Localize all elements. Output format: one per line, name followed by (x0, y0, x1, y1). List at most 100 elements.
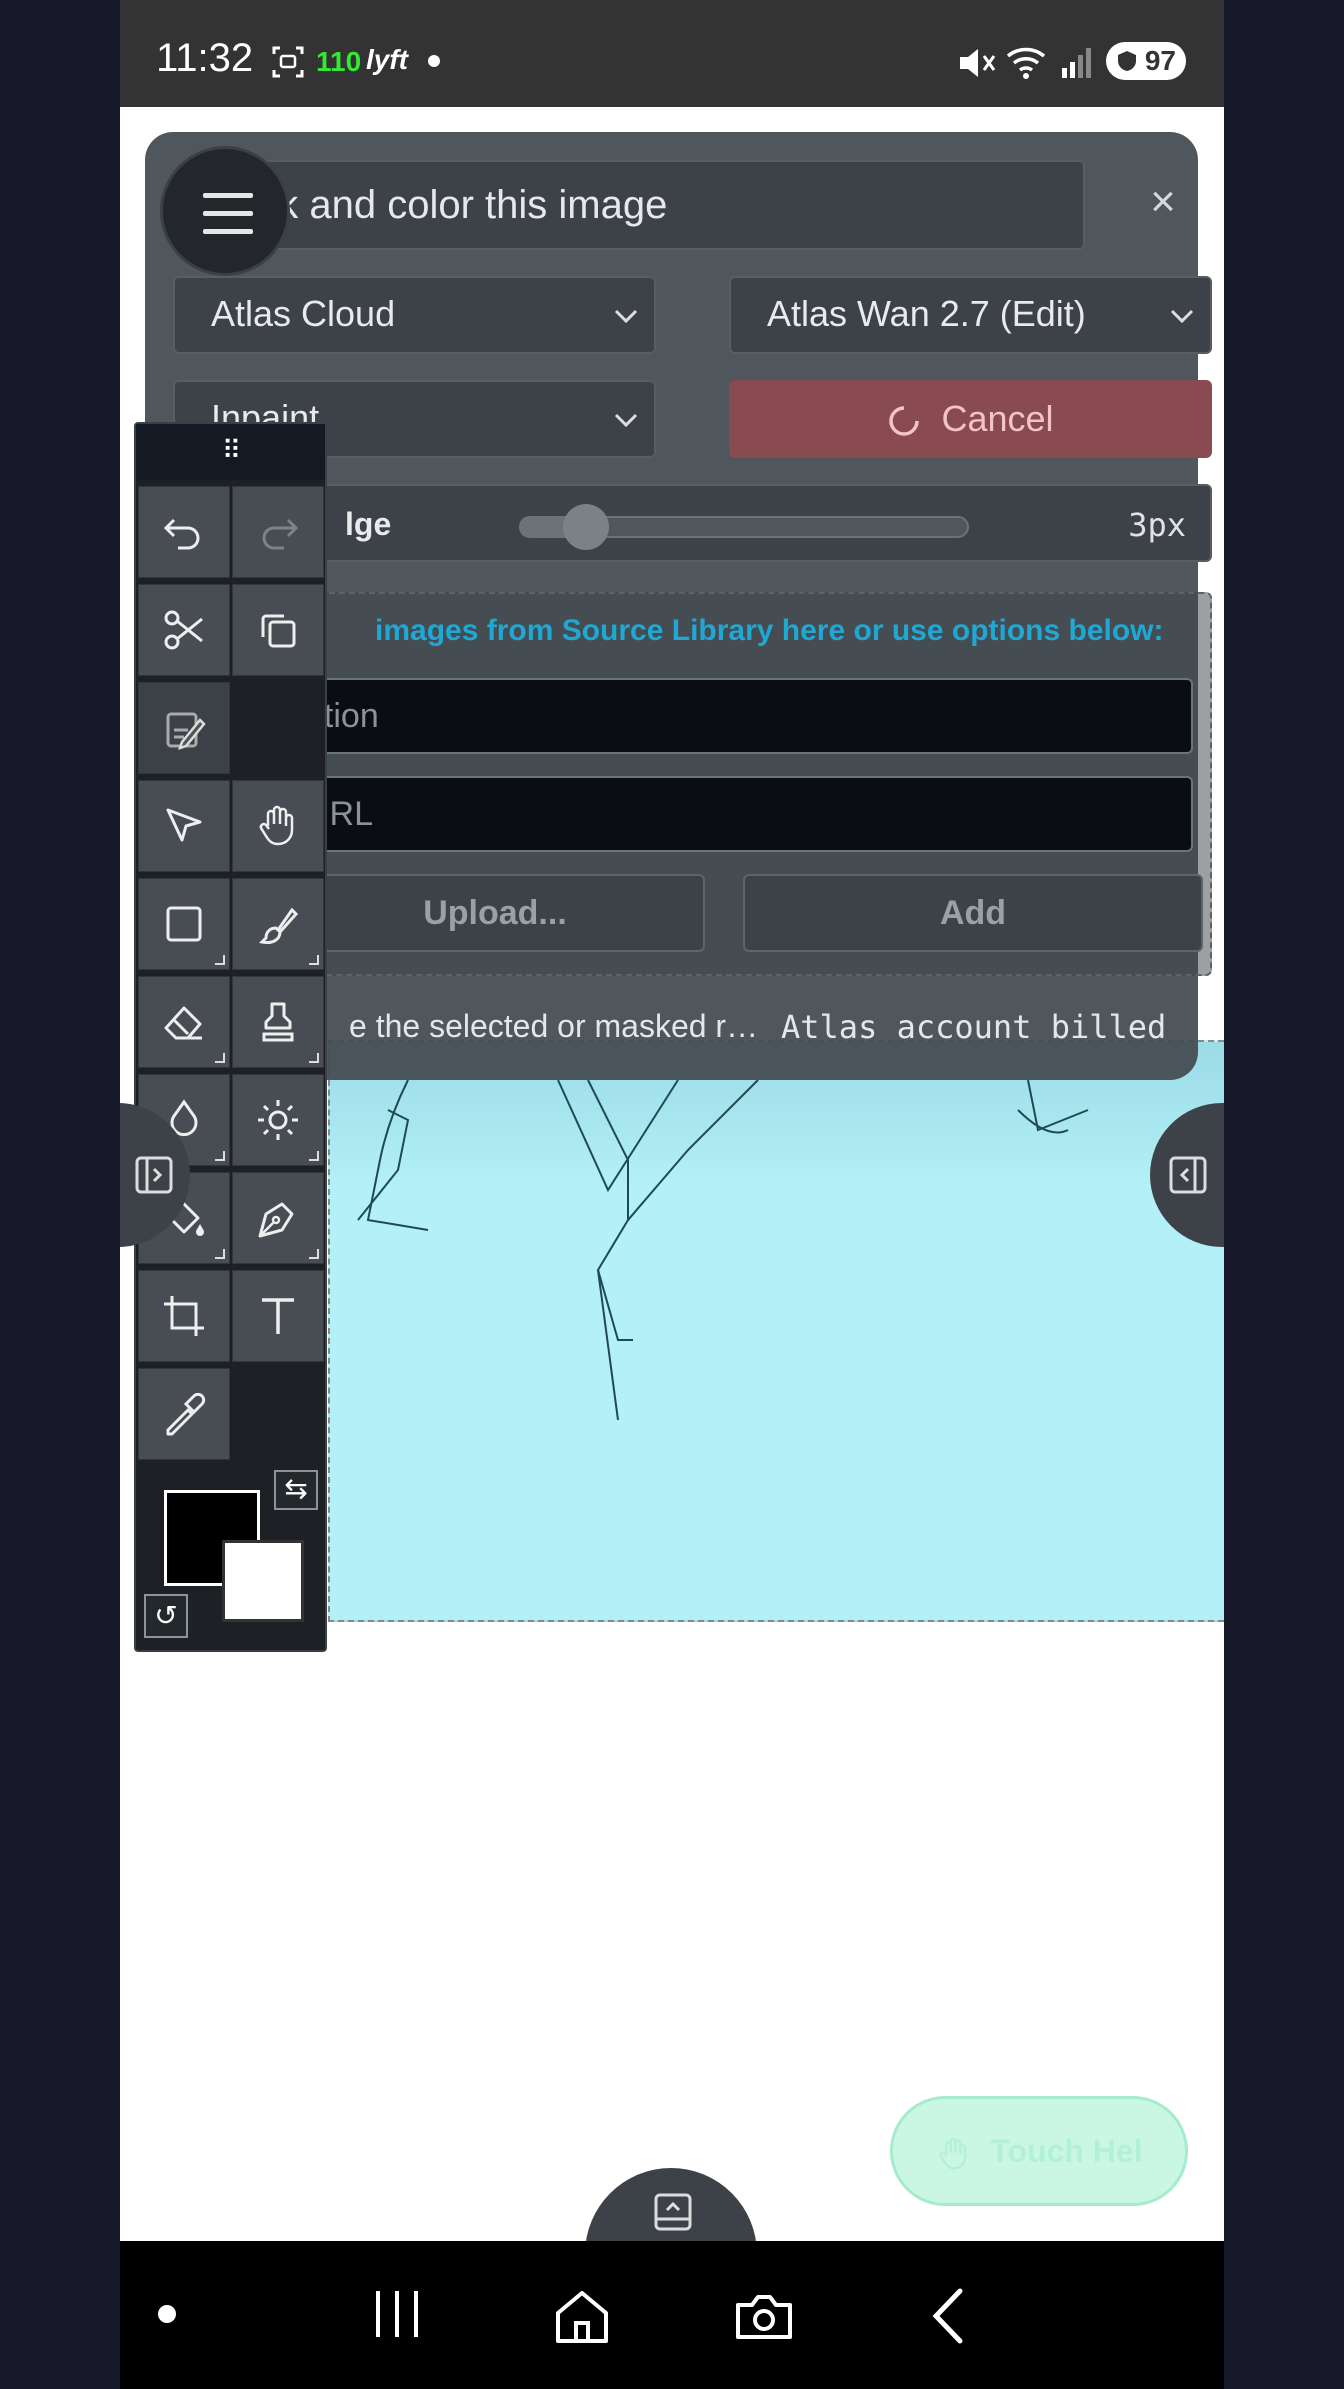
touch-help-label: Touch Hel (990, 2133, 1143, 2169)
spinner-icon (889, 406, 920, 437)
add-button[interactable]: Add (743, 874, 1203, 952)
battery-level: 97 (1144, 45, 1176, 76)
notification-dot (428, 55, 440, 67)
text-tool[interactable] (232, 1270, 324, 1362)
select-tool[interactable] (138, 780, 230, 872)
chevron-down-icon (614, 413, 638, 428)
dodge-tool[interactable] (232, 1074, 324, 1166)
hand-icon (939, 2137, 967, 2169)
paste-button[interactable] (138, 682, 230, 774)
lyft-app-badge: lyft (366, 44, 408, 75)
chevron-down-icon (1170, 309, 1194, 324)
panel-collapse-icon (1169, 1156, 1207, 1194)
submenu-indicator (309, 1151, 319, 1161)
submenu-indicator (309, 1053, 319, 1063)
status-indicator-number: 110 (316, 46, 362, 77)
home-icon[interactable] (552, 2287, 612, 2345)
edge-label: lge (345, 506, 392, 542)
menu-button[interactable] (160, 146, 290, 276)
redo-button[interactable] (232, 486, 324, 578)
hand-icon (259, 805, 294, 846)
model-select[interactable]: Atlas Wan 2.7 (Edit) (729, 276, 1212, 354)
submenu-indicator (215, 1249, 225, 1259)
status-bar: 11:32 110 lyft 97 (120, 0, 1224, 107)
eraser-icon (164, 1006, 202, 1040)
eraser-tool[interactable] (138, 976, 230, 1068)
crop-tool[interactable] (138, 1270, 230, 1362)
paste-edit-icon (166, 712, 206, 750)
model-select-value: Atlas Wan 2.7 (Edit) (767, 293, 1086, 334)
secondary-color-swatch[interactable] (222, 1540, 304, 1622)
pen-tool[interactable] (232, 1172, 324, 1264)
undo-icon (163, 518, 200, 550)
submenu-indicator (309, 955, 319, 965)
footer-description: e the selected or masked r… (349, 1008, 759, 1044)
upload-button[interactable]: Upload... (285, 874, 705, 952)
touch-help-button[interactable]: Touch Hel (890, 2096, 1188, 2206)
stamp-icon (262, 1002, 294, 1042)
recent-apps-icon[interactable] (372, 2287, 422, 2341)
url-input[interactable]: URL (285, 776, 1193, 852)
brush-icon (258, 907, 299, 944)
edge-value: 3px (1128, 506, 1186, 544)
edge-slider-thumb[interactable] (563, 504, 610, 550)
pointer-icon (166, 808, 202, 842)
system-navigation-bar (120, 2241, 1224, 2389)
reset-colors-icon[interactable]: ↺ (144, 1594, 188, 1638)
source-drop-zone[interactable]: images from Source Library here or use o… (173, 592, 1212, 976)
panel-up-icon (654, 2193, 692, 2231)
submenu-indicator (215, 1151, 225, 1161)
cancel-label: Cancel (941, 398, 1054, 439)
prompt-input[interactable]: nk and color this image (240, 160, 1085, 250)
close-icon[interactable]: × (1145, 180, 1181, 224)
scissors-icon (164, 610, 203, 650)
copy-button[interactable] (232, 584, 324, 676)
camera-icon[interactable] (734, 2291, 794, 2341)
toolbox: ⠿ ⇆ ↺ (134, 422, 327, 1652)
pan-tool[interactable] (232, 780, 324, 872)
screenshot-icon (272, 46, 304, 78)
toolbox-drag-handle[interactable]: ⠿ (136, 424, 325, 480)
cancel-button[interactable]: Cancel (729, 380, 1212, 458)
signal-icon (1062, 48, 1091, 78)
submenu-indicator (215, 955, 225, 965)
sketch-lines (357, 1079, 1089, 1421)
dot-icon[interactable] (156, 2303, 178, 2325)
source-hint: images from Source Library here or use o… (375, 614, 1164, 647)
provider-select[interactable]: Atlas Cloud (173, 276, 656, 354)
provider-select-value: Atlas Cloud (211, 293, 396, 334)
menu-icon-bar (203, 211, 253, 216)
rectangle-icon (166, 906, 202, 942)
sun-icon (258, 1100, 298, 1140)
edge-row: lge 3px (173, 484, 1212, 562)
eyedropper-tool[interactable] (138, 1368, 230, 1460)
shield-icon (1118, 51, 1136, 71)
phone-screen: 11:32 110 lyft 97 nk and color this imag… (120, 0, 1224, 2389)
panel-expand-icon (135, 1156, 173, 1194)
brush-tool[interactable] (232, 878, 324, 970)
submenu-indicator (309, 1249, 319, 1259)
pen-nib-icon (258, 1202, 294, 1238)
mute-icon (960, 49, 996, 77)
footer-billing: Atlas account billed (781, 1008, 1167, 1046)
color-swatches: ⇆ ↺ (136, 1470, 325, 1650)
cut-button[interactable] (138, 584, 230, 676)
eyedropper-icon (166, 1392, 206, 1436)
crop-icon (164, 1296, 204, 1336)
submenu-indicator (215, 1053, 225, 1063)
caption-input[interactable]: ption (285, 678, 1193, 754)
stamp-tool[interactable] (232, 976, 324, 1068)
chevron-down-icon (614, 309, 638, 324)
rectangle-tool[interactable] (138, 878, 230, 970)
status-time: 11:32 (156, 36, 254, 80)
redo-icon (262, 518, 299, 550)
text-icon (262, 1298, 294, 1334)
back-icon[interactable] (930, 2287, 966, 2345)
undo-button[interactable] (138, 486, 230, 578)
copy-icon (261, 614, 296, 648)
wifi-icon (1006, 47, 1046, 79)
swap-colors-icon[interactable]: ⇆ (274, 1470, 318, 1510)
menu-icon-bar (203, 193, 253, 198)
menu-icon-bar (203, 229, 253, 234)
battery-indicator: 97 (1106, 42, 1186, 80)
